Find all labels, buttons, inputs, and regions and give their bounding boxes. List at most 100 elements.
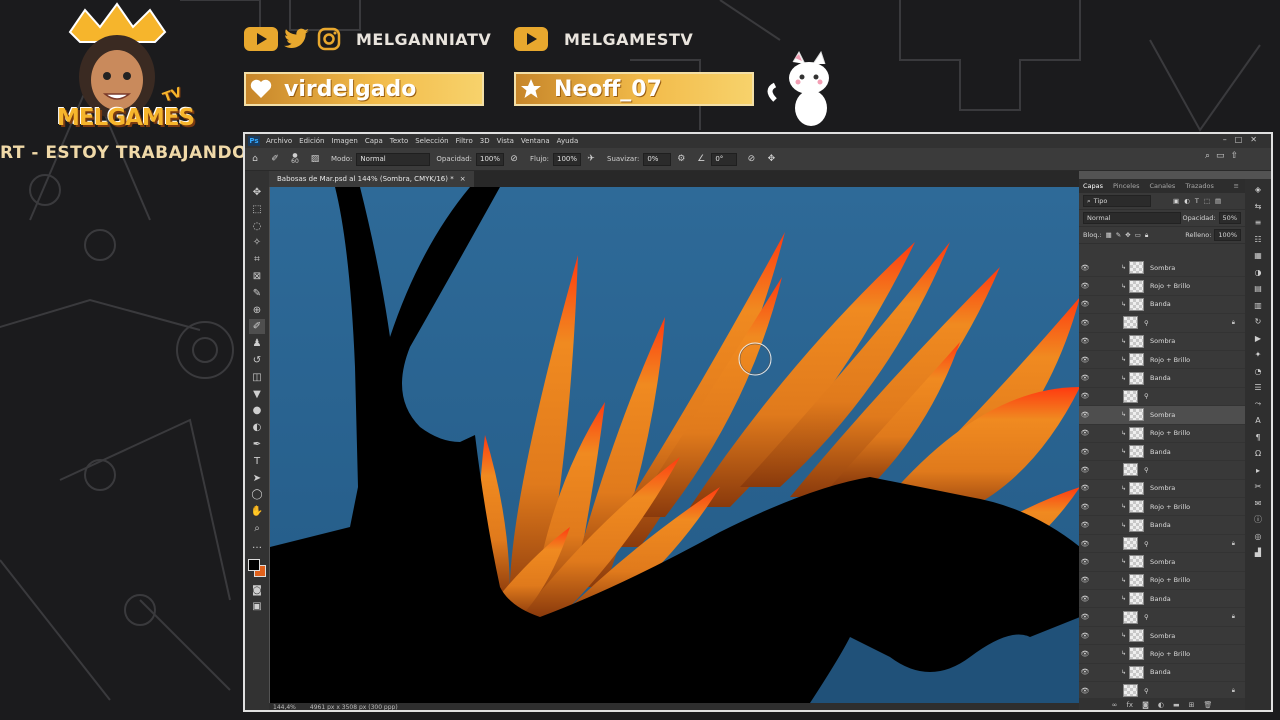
layer-row[interactable]: 👁︎ ↳ Sombra (1079, 406, 1245, 425)
pressure-size-icon[interactable]: ⊘ (745, 153, 757, 165)
layer-row[interactable]: 👁︎ ↳ Rojo + Brillo (1079, 645, 1245, 664)
brush-icon[interactable]: ✐ (249, 319, 265, 335)
visibility-eye-icon[interactable]: 👁︎ (1079, 668, 1091, 676)
swatches-icon[interactable]: ▦ (1251, 249, 1265, 262)
visibility-eye-icon[interactable]: 👁︎ (1079, 595, 1091, 603)
filter-type-icon[interactable]: T (1195, 197, 1199, 205)
layer-row[interactable]: 👁︎ ↳ Sombra (1079, 553, 1245, 572)
menu-archivo[interactable]: Archivo (266, 137, 292, 145)
filter-shape-icon[interactable]: ⬚ (1204, 197, 1210, 205)
window-controls[interactable]: –□✕ (1223, 135, 1265, 144)
visibility-eye-icon[interactable]: 👁︎ (1079, 613, 1091, 621)
visibility-eye-icon[interactable]: 👁︎ (1079, 650, 1091, 658)
menu-seleccion[interactable]: Selección (415, 137, 448, 145)
workspace-icon[interactable]: ▭ (1216, 151, 1225, 161)
pattern-icon[interactable]: ▥ (1251, 299, 1265, 312)
visibility-eye-icon[interactable]: 👁︎ (1079, 632, 1091, 640)
pressure-opacity-icon[interactable]: ⊘ (508, 153, 520, 165)
tab-capas[interactable]: Capas (1083, 182, 1103, 190)
eraser-icon[interactable]: ◫ (249, 370, 265, 385)
angle-input[interactable]: 0° (711, 152, 738, 166)
layer-group-row[interactable]: 👁︎ ⚲ (1079, 461, 1245, 480)
info-icon[interactable]: ⓘ (1251, 513, 1265, 526)
type-icon[interactable]: T (249, 454, 265, 469)
histogram-icon[interactable]: ▟ (1251, 546, 1265, 559)
visibility-eye-icon[interactable]: 👁︎ (1079, 411, 1091, 419)
visibility-eye-icon[interactable]: 👁︎ (1079, 448, 1091, 456)
foreground-color-swatch[interactable] (248, 558, 260, 571)
layer-row[interactable]: 👁︎ ↳ Rojo + Brillo (1079, 572, 1245, 591)
layers-icon[interactable]: ◈ (1251, 183, 1265, 196)
layer-row[interactable]: 👁︎ ↳ Banda (1079, 516, 1245, 535)
menu-texto[interactable]: Texto (390, 137, 408, 145)
notes-icon[interactable]: ✉ (1251, 497, 1265, 510)
channels-icon[interactable]: ☰ (1251, 381, 1265, 394)
visibility-eye-icon[interactable]: 👁︎ (1079, 687, 1091, 695)
lock-position-icon[interactable]: ✥ (1125, 231, 1130, 239)
layer-group-row[interactable]: 👁︎ ⚲ 🔒︎ (1079, 535, 1245, 554)
filter-smart-icon[interactable]: ▤ (1215, 197, 1221, 205)
hand-icon[interactable]: ✋ (249, 504, 265, 519)
libraries-icon[interactable]: ☷ (1251, 233, 1265, 246)
fill-input[interactable]: 100% (1214, 229, 1241, 241)
layer-row[interactable]: 👁︎ ↳ Banda (1079, 590, 1245, 609)
layer-row[interactable]: 👁︎ ↳ Rojo + Brillo (1079, 351, 1245, 370)
menu-vista[interactable]: Vista (497, 137, 514, 145)
layer-row[interactable]: 👁︎ ↳ Sombra (1079, 333, 1245, 351)
visibility-eye-icon[interactable]: 👁︎ (1079, 356, 1091, 364)
visibility-eye-icon[interactable]: 👁︎ (1079, 374, 1091, 382)
color-icon[interactable]: ◑ (1251, 266, 1265, 279)
share-icon[interactable]: ⇧ (1231, 151, 1239, 161)
layer-row[interactable]: 👁︎ ↳ Rojo + Brillo (1079, 498, 1245, 517)
menu-capa[interactable]: Capa (365, 137, 383, 145)
smooth-input[interactable]: 0% (643, 152, 672, 166)
lock-pixels-icon[interactable]: ✎ (1116, 231, 1121, 239)
opacity-input[interactable]: 100% (476, 152, 504, 166)
layer-group-row[interactable]: 👁︎ ⚲ 🔒︎ (1079, 314, 1245, 333)
lasso-icon[interactable]: ◌ (249, 219, 265, 234)
panel-menu-icon[interactable]: ≡ (1234, 182, 1239, 190)
layer-row[interactable]: 👁︎ ↳ Banda (1079, 369, 1245, 388)
bucket-icon[interactable]: ▼ (249, 387, 265, 402)
actions-icon[interactable]: ▶ (1251, 332, 1265, 345)
paragraph-icon[interactable]: ¶ (1251, 431, 1265, 444)
brush-panel-icon[interactable]: ▨ (309, 153, 321, 165)
filter-pixel-icon[interactable]: ▣ (1173, 197, 1179, 205)
search-icon[interactable]: ⌕ (1205, 151, 1210, 161)
document-canvas[interactable] (270, 187, 1080, 703)
pen-icon[interactable]: ✒ (249, 437, 265, 452)
zoom-icon[interactable]: ⌕ (249, 521, 265, 536)
delete-layer-icon[interactable]: 🗑︎ (1203, 701, 1212, 709)
layer-filter-select[interactable]: ⌕ Tipo (1083, 195, 1151, 207)
move-icon[interactable]: ✥ (249, 185, 265, 200)
close-tab-icon[interactable]: × (460, 175, 466, 183)
layer-row[interactable]: 👁︎ ↳ Banda (1079, 664, 1245, 682)
stamp-icon[interactable]: ♟ (249, 336, 265, 351)
airbrush-icon[interactable]: ✈ (585, 153, 597, 165)
crop-icon[interactable]: ⌗ (249, 252, 265, 267)
lock-all-icon[interactable]: 🔒︎ (1145, 231, 1148, 240)
visibility-eye-icon[interactable]: 👁︎ (1079, 300, 1091, 308)
smoothing-options-icon[interactable]: ⚙ (675, 153, 687, 165)
tab-pinceles[interactable]: Pinceles (1113, 182, 1139, 190)
dodge-icon[interactable]: ◐ (249, 420, 265, 435)
adjustment-layer-icon[interactable]: ◐ (1158, 701, 1164, 709)
brush-preset-icon[interactable]: ● 60 (289, 153, 301, 165)
marquee-icon[interactable]: ⬚ (249, 202, 265, 217)
visibility-eye-icon[interactable]: 👁︎ (1079, 282, 1091, 290)
eyedropper-icon[interactable]: ✎ (249, 286, 265, 301)
tab-trazados[interactable]: Trazados (1185, 182, 1214, 190)
properties-icon[interactable]: ≡ (1251, 216, 1265, 229)
shape-icon[interactable]: ◯ (249, 487, 265, 502)
blend-mode-select[interactable]: Normal (1083, 212, 1181, 224)
new-layer-icon[interactable]: ⊞ (1189, 701, 1195, 709)
fx-icon[interactable]: fx (1126, 701, 1133, 709)
layer-row[interactable]: 👁︎ ↳ Banda (1079, 443, 1245, 462)
layer-row[interactable]: 👁︎ ↳ Rojo + Brillo (1079, 425, 1245, 443)
glyphs-icon[interactable]: Ω (1251, 447, 1265, 460)
menu-imagen[interactable]: Imagen (332, 137, 358, 145)
lock-transparent-icon[interactable]: ▦ (1106, 231, 1112, 239)
character-icon[interactable]: A (1251, 414, 1265, 427)
mode-select[interactable]: Normal (356, 152, 431, 166)
styles-icon[interactable]: ✦ (1251, 348, 1265, 361)
